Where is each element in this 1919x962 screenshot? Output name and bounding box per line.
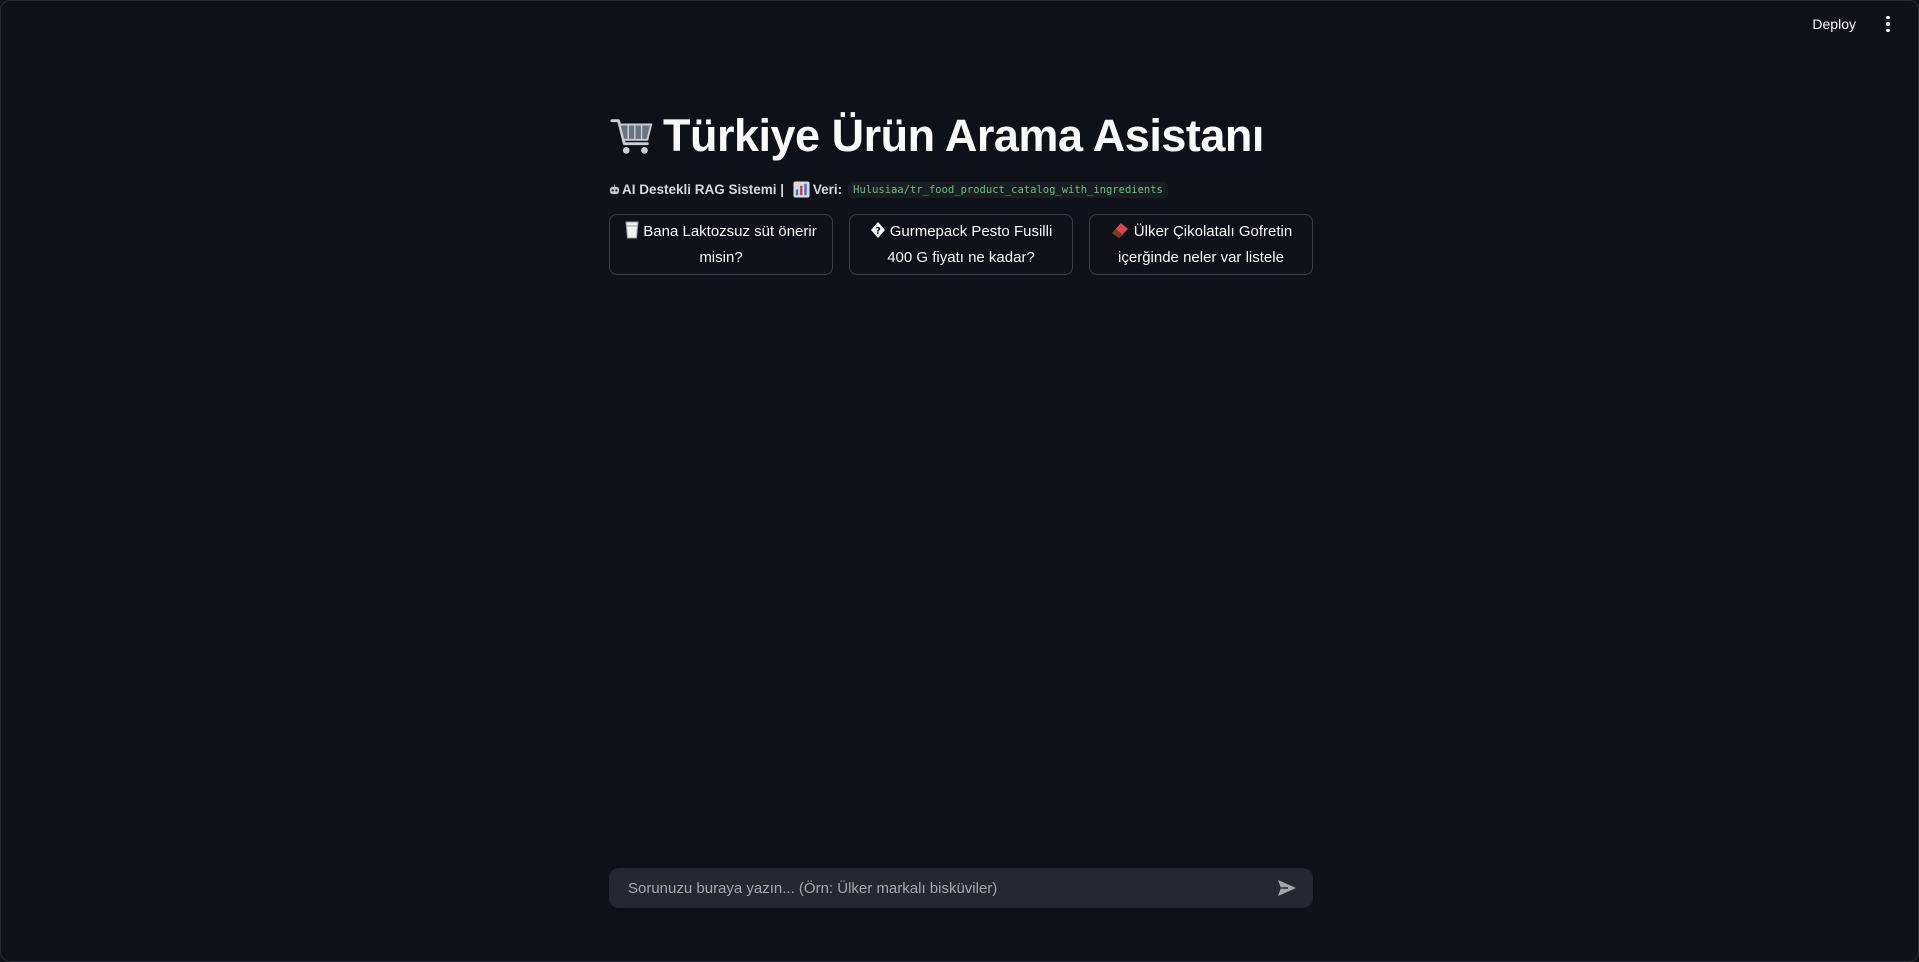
example-label: Gurmepack Pesto Fusilli 400 G fiyatı ne … — [887, 222, 1053, 266]
toolbar: Deploy — [1806, 1, 1918, 47]
bar-chart-icon — [793, 181, 810, 198]
example-questions: Bana Laktozsuz süt önerir misin? ? Gurme… — [609, 214, 1313, 275]
unknown-glyph-icon: ? — [870, 221, 885, 238]
page-title: Türkiye Ürün Arama Asistanı — [609, 101, 1313, 171]
milk-glass-icon — [625, 221, 639, 238]
deploy-button[interactable]: Deploy — [1806, 12, 1862, 36]
vertical-ellipsis-icon[interactable] — [1880, 13, 1896, 35]
send-icon[interactable] — [1275, 876, 1299, 900]
main-content: Türkiye Ürün Arama Asistanı AI Destekli … — [609, 101, 1313, 275]
chocolate-bar-icon — [1111, 222, 1128, 238]
example-label: Ülker Çikolatalı Gofretin içerğinde nele… — [1118, 222, 1293, 266]
example-button-lactose-free-milk[interactable]: Bana Laktozsuz süt önerir misin? — [609, 214, 833, 275]
robot-icon — [609, 184, 620, 195]
example-label: Bana Laktozsuz süt önerir misin? — [643, 222, 817, 266]
shopping-cart-icon — [610, 119, 653, 154]
example-button-pesto-price[interactable]: ? Gurmepack Pesto Fusilli 400 G fiyatı n… — [849, 214, 1073, 275]
chat-input-bar — [609, 868, 1313, 908]
subtitle-text: AI Destekli RAG Sistemi | — [622, 182, 788, 197]
dataset-code: Hulusiaa/tr_food_product_catalog_with_in… — [848, 181, 1168, 198]
example-button-wafer-ingredients[interactable]: Ülker Çikolatalı Gofretin içerğinde nele… — [1089, 214, 1313, 275]
svg-text:?: ? — [875, 226, 881, 237]
app-window: Deploy Türkiye Ürün Arama Asistanı AI De… — [0, 0, 1919, 962]
page-title-text: Türkiye Ürün Arama Asistanı — [663, 110, 1264, 161]
data-label: Veri: — [812, 182, 843, 197]
chat-input[interactable] — [626, 878, 1275, 898]
subtitle: AI Destekli RAG Sistemi | Veri: Hulusiaa… — [609, 181, 1313, 198]
